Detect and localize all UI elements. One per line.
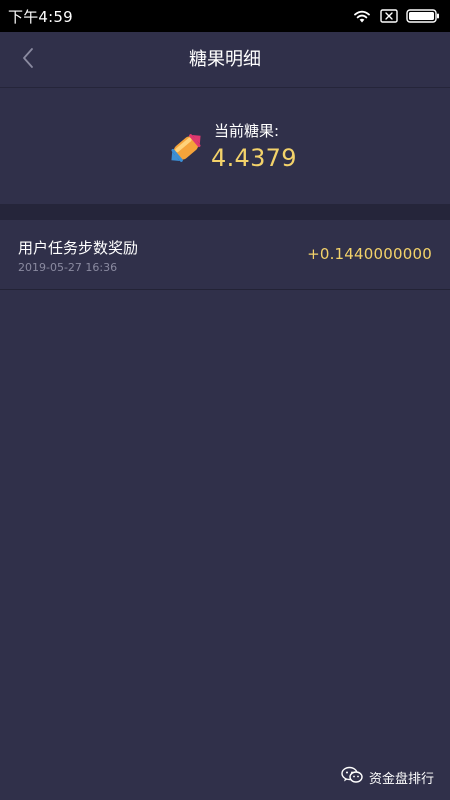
battery-icon (406, 9, 440, 23)
record-amount: +0.1440000000 (307, 245, 432, 263)
wifi-icon (352, 8, 372, 24)
watermark: 资金盘排行 (341, 766, 434, 788)
watermark-text: 资金盘排行 (368, 771, 434, 787)
record-title: 用户任务步数奖励 (18, 239, 139, 257)
wechat-icon (341, 766, 363, 788)
balance-value: 4.4379 (211, 144, 297, 172)
candy-icon (166, 128, 206, 168)
balance-panel: 当前糖果: 4.4379 (0, 88, 450, 204)
balance-label: 当前糖果: (214, 122, 280, 140)
record-list: 用户任务步数奖励 2019-05-27 16:36 +0.1440000000 (0, 220, 450, 290)
no-sim-icon (380, 9, 398, 23)
record-time: 2019-05-27 16:36 (18, 261, 118, 274)
status-icons (352, 8, 440, 24)
list-item: 用户任务步数奖励 2019-05-27 16:36 +0.1440000000 (0, 220, 450, 290)
status-bar: 下午4:59 (0, 0, 450, 32)
page-title: 糖果明细 (189, 49, 261, 70)
nav-bar: 糖果明细 (0, 32, 450, 88)
section-divider (0, 204, 450, 220)
status-time: 下午4:59 (8, 7, 73, 26)
